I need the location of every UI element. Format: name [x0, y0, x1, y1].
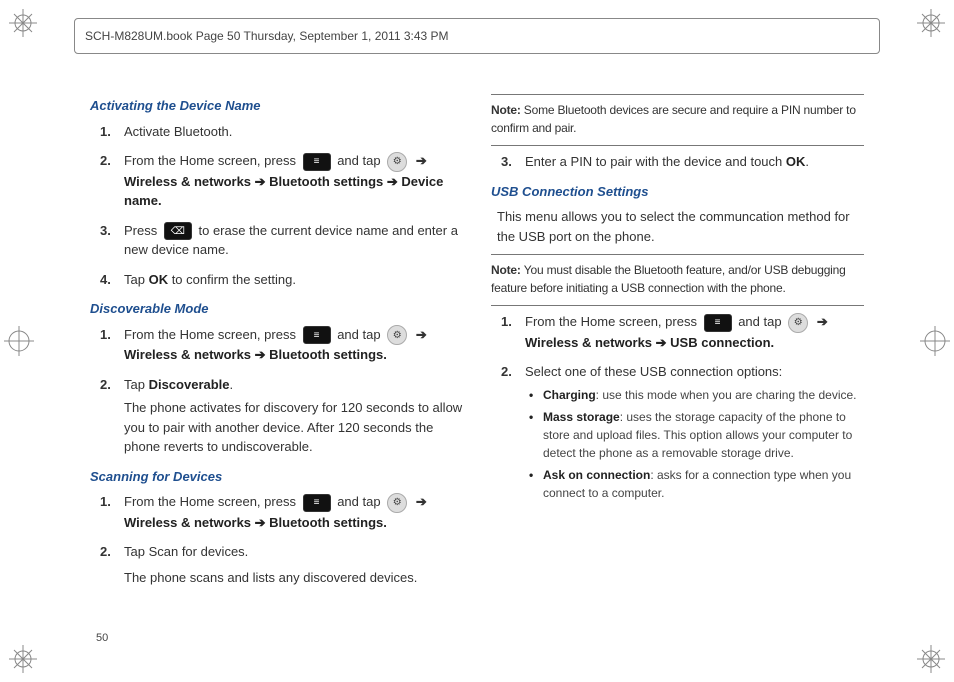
- steps-usb: From the Home screen, press ≡ and tap ⚙ …: [491, 312, 864, 502]
- settings-gear-icon: ⚙: [387, 493, 407, 513]
- arrow-icon: ➔: [416, 151, 427, 171]
- nav-path: Wireless & networks ➔ Bluetooth settings…: [124, 515, 387, 530]
- steps-activating: Activate Bluetooth. From the Home screen…: [90, 122, 463, 290]
- settings-gear-icon: ⚙: [387, 152, 407, 172]
- divider: [491, 145, 864, 146]
- arrow-icon: ➔: [416, 325, 427, 345]
- divider: [491, 254, 864, 255]
- registration-mark-icon: [8, 8, 38, 38]
- note-body: Some Bluetooth devices are secure and re…: [491, 103, 856, 135]
- arrow-icon: ➔: [817, 312, 828, 332]
- settings-gear-icon: ⚙: [387, 325, 407, 345]
- heading-discoverable-mode: Discoverable Mode: [90, 299, 463, 319]
- step: From the Home screen, press ≡ and tap ⚙ …: [124, 151, 463, 211]
- step: From the Home screen, press ≡ and tap ⚙ …: [124, 492, 463, 532]
- usb-options-list: Charging: use this mode when you are cha…: [525, 386, 864, 502]
- crop-header: SCH-M828UM.book Page 50 Thursday, Septem…: [74, 18, 880, 54]
- usb-intro: This menu allows you to select the commu…: [497, 207, 864, 246]
- registration-mark-icon: [916, 8, 946, 38]
- nav-path: Wireless & networks ➔ Bluetooth settings…: [124, 347, 387, 362]
- steps-discoverable: From the Home screen, press ≡ and tap ⚙ …: [90, 325, 463, 457]
- manual-page: SCH-M828UM.book Page 50 Thursday, Septem…: [0, 0, 954, 682]
- step: From the Home screen, press ≡ and tap ⚙ …: [525, 312, 864, 352]
- right-column: Note: Some Bluetooth devices are secure …: [491, 90, 864, 622]
- menu-key-icon: ≡: [704, 314, 732, 332]
- list-item: Mass storage: uses the storage capacity …: [543, 408, 864, 462]
- page-number: 50: [96, 630, 108, 647]
- crosshair-mark-icon: [920, 326, 950, 356]
- heading-scanning-devices: Scanning for Devices: [90, 467, 463, 487]
- page-content: Activating the Device Name Activate Blue…: [90, 90, 864, 622]
- note-label: Note:: [491, 263, 524, 277]
- ok-label: OK: [149, 272, 169, 287]
- menu-key-icon: ≡: [303, 326, 331, 344]
- backspace-key-icon: ⌫: [164, 222, 192, 240]
- steps-scanning: From the Home screen, press ≡ and tap ⚙ …: [90, 492, 463, 587]
- nav-path: Wireless & networks ➔ Bluetooth settings…: [124, 174, 443, 209]
- ok-label: OK: [786, 154, 806, 169]
- settings-gear-icon: ⚙: [788, 313, 808, 333]
- step: From the Home screen, press ≡ and tap ⚙ …: [124, 325, 463, 365]
- registration-mark-icon: [916, 644, 946, 674]
- arrow-icon: ➔: [416, 492, 427, 512]
- crop-header-text: SCH-M828UM.book Page 50 Thursday, Septem…: [85, 27, 449, 45]
- registration-mark-icon: [8, 644, 38, 674]
- discoverable-label: Discoverable: [149, 377, 230, 392]
- step: Press ⌫ to erase the current device name…: [124, 221, 463, 260]
- menu-key-icon: ≡: [303, 153, 331, 171]
- heading-activating-device-name: Activating the Device Name: [90, 96, 463, 116]
- step: Enter a PIN to pair with the device and …: [525, 152, 864, 172]
- note-usb-disable-bt: Note: You must disable the Bluetooth fea…: [491, 261, 864, 297]
- step-body: The phone activates for discovery for 12…: [124, 398, 463, 457]
- list-item: Charging: use this mode when you are cha…: [543, 386, 864, 404]
- divider: [491, 305, 864, 306]
- note-label: Note:: [491, 103, 524, 117]
- note-bluetooth-pin: Note: Some Bluetooth devices are secure …: [491, 101, 864, 137]
- divider: [491, 94, 864, 95]
- step: Tap OK to confirm the setting.: [124, 270, 463, 290]
- step: Tap Scan for devices. The phone scans an…: [124, 542, 463, 587]
- list-item: Ask on connection: asks for a connection…: [543, 466, 864, 502]
- step: Tap Discoverable. The phone activates fo…: [124, 375, 463, 457]
- note-body: You must disable the Bluetooth feature, …: [491, 263, 846, 295]
- step: Activate Bluetooth.: [124, 122, 463, 142]
- menu-key-icon: ≡: [303, 494, 331, 512]
- steps-pairing-continued: Enter a PIN to pair with the device and …: [491, 152, 864, 172]
- left-column: Activating the Device Name Activate Blue…: [90, 90, 463, 622]
- nav-path: Wireless & networks ➔ USB connection.: [525, 335, 774, 350]
- step-body: The phone scans and lists any discovered…: [124, 568, 463, 588]
- crosshair-mark-icon: [4, 326, 34, 356]
- heading-usb-connection-settings: USB Connection Settings: [491, 182, 864, 202]
- step: Select one of these USB connection optio…: [525, 362, 864, 502]
